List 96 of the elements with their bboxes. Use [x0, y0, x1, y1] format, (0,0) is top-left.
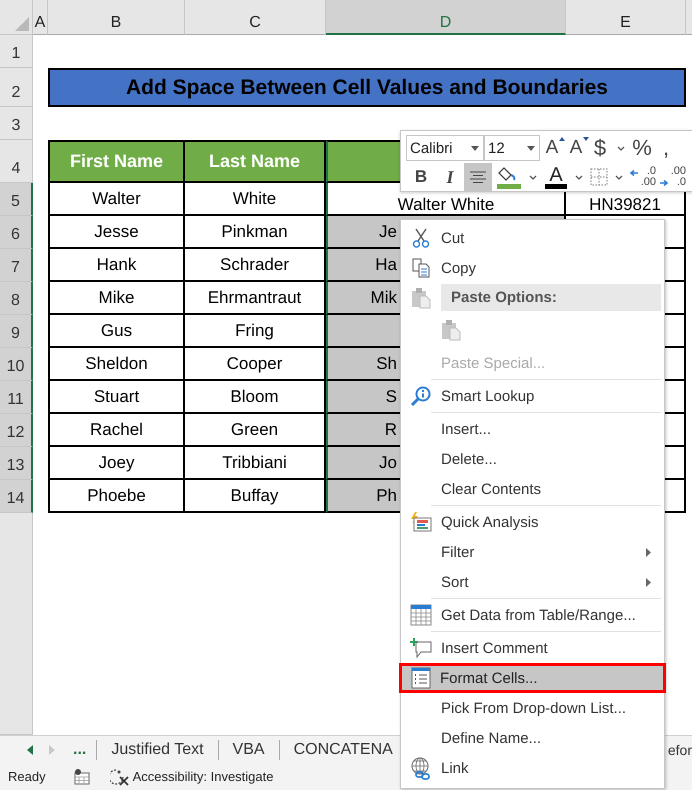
up-triangle-icon [559, 137, 565, 141]
accessibility-button[interactable]: Accessibility: Investigate [110, 768, 274, 786]
caret-icon [615, 174, 623, 180]
format-button[interactable]: $ [590, 134, 610, 162]
table-cell: Pinkman [185, 216, 326, 249]
row-header[interactable]: 14 [0, 480, 33, 513]
sheet-tab[interactable]: CONCATENA [290, 740, 397, 758]
row-header[interactable]: 9 [0, 315, 33, 348]
menu-item[interactable]: Pick From Drop-down List... [401, 693, 664, 723]
scroll-left-icon [27, 744, 33, 754]
column-header[interactable]: D [326, 0, 566, 35]
column-header[interactable]: B [48, 0, 185, 35]
row-header[interactable]: 5 [0, 183, 33, 216]
column-header[interactable]: C [185, 0, 326, 35]
table-cell: Tribbiani [185, 447, 326, 480]
sheet-tab[interactable]: efor [668, 742, 692, 758]
menu-section-header: Paste Options: [441, 284, 661, 311]
menu-item[interactable]: Sort [401, 567, 664, 597]
table-cell: Jesse [48, 216, 185, 249]
submenu-arrow-icon [646, 578, 651, 586]
column-header[interactable]: E [566, 0, 686, 35]
submenu-arrow-icon [646, 548, 651, 556]
table-cell: Sheldon [48, 348, 185, 381]
menu-item[interactable]: Insert Comment [401, 633, 664, 663]
table-cell: Green [185, 414, 326, 447]
center-align-button[interactable] [464, 163, 492, 191]
row-header[interactable]: 4 [0, 140, 33, 183]
macro-recording-icon [74, 768, 90, 784]
paint-bucket-icon [496, 165, 522, 189]
row-header[interactable]: 7 [0, 249, 33, 282]
row-header[interactable]: 12 [0, 414, 33, 447]
quick-analysis-icon [410, 512, 432, 532]
corner-triangle-icon [15, 17, 29, 31]
format-button[interactable]: % [632, 134, 652, 162]
table-cell: Schrader [185, 249, 326, 282]
decrease-font-size-button[interactable]: A [566, 134, 586, 162]
row-header[interactable]: 2 [0, 68, 33, 107]
table-cell: Joey [48, 447, 185, 480]
table-cell: Rachel [48, 414, 185, 447]
align-center-icon [469, 171, 487, 183]
table-cell: Cooper [185, 348, 326, 381]
clipboard-icon [441, 319, 461, 341]
column-header[interactable]: A [33, 0, 48, 35]
increase-font-size-button[interactable]: A [542, 134, 562, 162]
arrow-icon [660, 180, 668, 186]
table-cell: Ehrmantraut [185, 282, 326, 315]
font-size-field[interactable]: 12 [484, 135, 540, 161]
caret-icon [529, 174, 537, 180]
column-heading: First Name [48, 140, 185, 183]
menu-item[interactable]: Define Name... [401, 723, 664, 753]
row-header[interactable]: 3 [0, 107, 33, 140]
borders-icon [590, 168, 608, 186]
row-header[interactable]: 10 [0, 348, 33, 381]
table-cell: Phoebe [48, 480, 185, 513]
arrow-icon [630, 170, 638, 176]
caret-icon [575, 174, 583, 180]
scroll-right-icon [49, 744, 55, 754]
font-name-field[interactable]: Calibri [406, 135, 484, 161]
copy-icon [411, 258, 431, 278]
down-triangle-icon [583, 137, 589, 141]
status-text: Ready [8, 769, 46, 784]
sheet-tab[interactable]: VBA [228, 740, 269, 758]
row-header[interactable]: 6 [0, 216, 33, 249]
table-cell: White [185, 183, 326, 216]
sheet-tab[interactable]: Justified Text [107, 740, 208, 758]
globe-link-icon [410, 756, 432, 780]
scissors-icon [411, 228, 431, 248]
table-cell: Buffay [185, 480, 326, 513]
row-header[interactable]: 1 [0, 35, 33, 68]
table-grid-icon [410, 604, 432, 626]
menu-item[interactable]: Format Cells... [399, 663, 666, 693]
row-header[interactable]: 13 [0, 447, 33, 480]
table-cell: Mike [48, 282, 185, 315]
caret-icon [617, 146, 625, 150]
sheet-title: Add Space Between Cell Values and Boundaries [48, 68, 686, 107]
table-cell: Fring [185, 315, 326, 348]
accessibility-icon [110, 768, 130, 786]
row-header[interactable]: 11 [0, 381, 33, 414]
table-cell: Hank [48, 249, 185, 282]
magnifier-icon [410, 386, 432, 406]
format-button[interactable]: , [656, 134, 676, 162]
table-cell: Walter [48, 183, 185, 216]
table-cell: Stuart [48, 381, 185, 414]
clipboard-icon [411, 286, 431, 308]
table-cell: Gus [48, 315, 185, 348]
column-heading: Last Name [185, 140, 326, 183]
caret-icon [471, 146, 479, 150]
comment-plus-icon [410, 637, 432, 659]
more-sheets-button[interactable]: ... [73, 740, 86, 758]
menu-item[interactable]: Get Data from Table/Range... [401, 600, 664, 630]
list-icon [411, 667, 431, 689]
table-cell: Bloom [185, 381, 326, 414]
caret-icon [527, 146, 535, 150]
menu-item[interactable]: Link [401, 753, 664, 783]
row-header[interactable]: 8 [0, 282, 33, 315]
menu-item[interactable]: Filter [401, 537, 664, 567]
